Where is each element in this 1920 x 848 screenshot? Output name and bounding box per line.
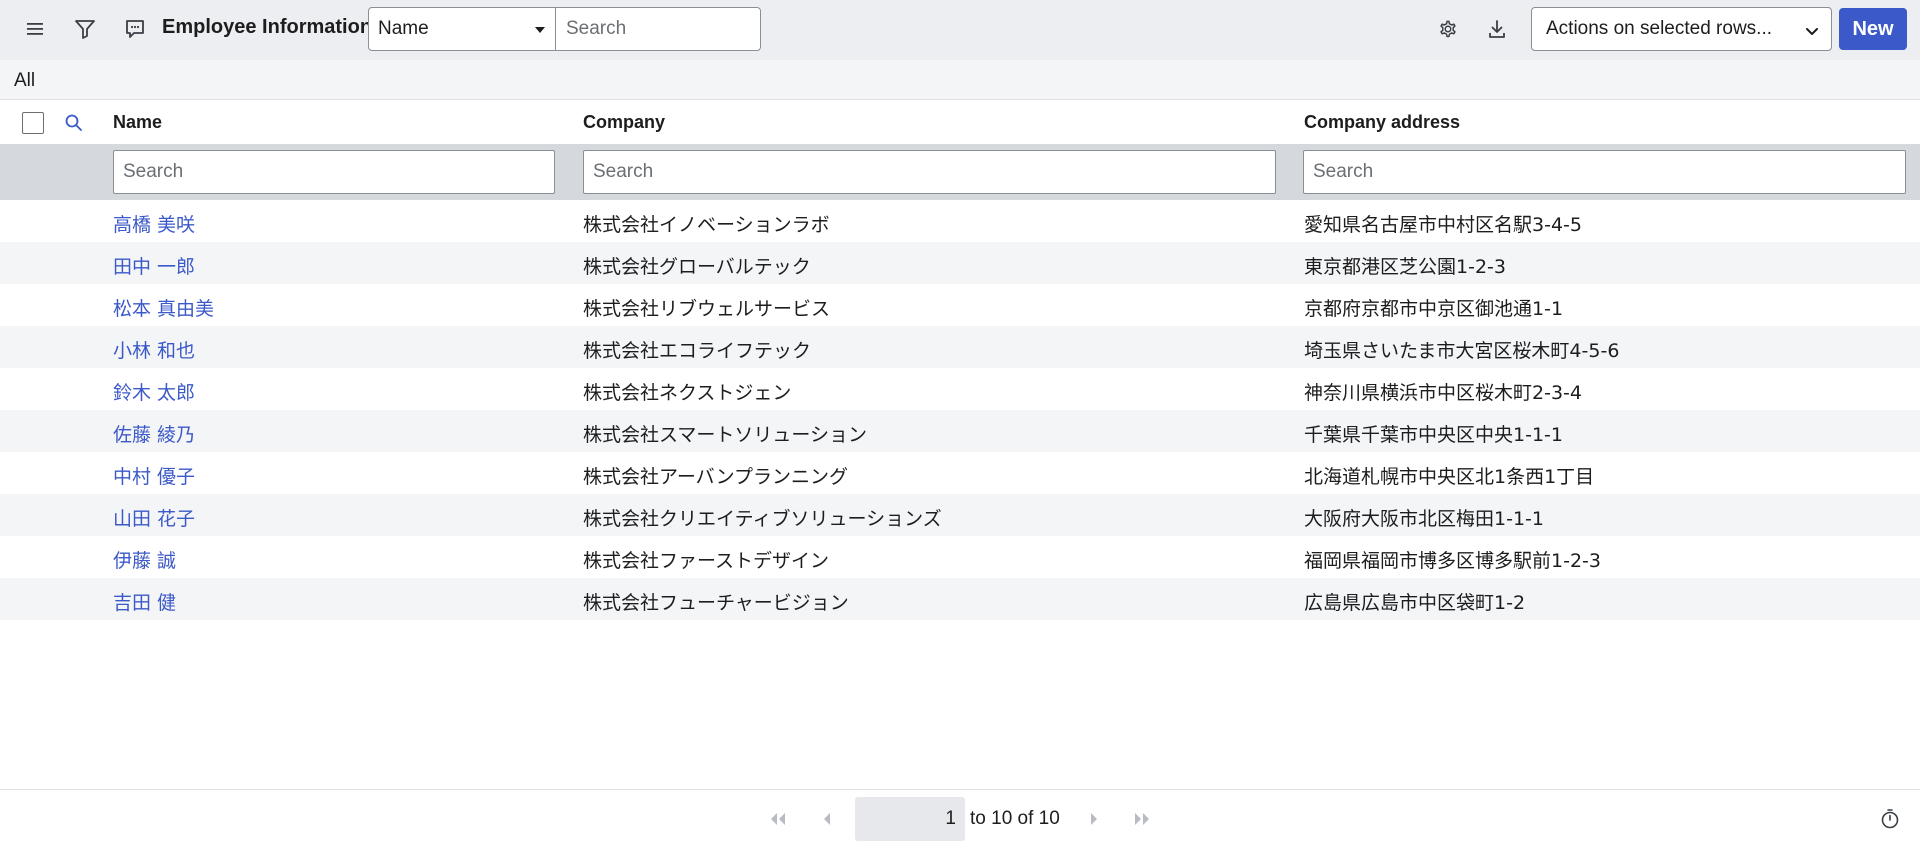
- table-row: 佐藤 綾乃 株式会社スマートソリューション 千葉県千葉市中央区中央1-1-1: [0, 410, 1920, 452]
- list-header: Employee Informations Name Actions on se…: [0, 0, 1920, 60]
- name-filter-input[interactable]: [113, 150, 555, 194]
- search-field-select[interactable]: Name: [368, 7, 556, 51]
- table-row: 鈴木 太郎 株式会社ネクストジェン 神奈川県横浜市中区桜木町2-3-4: [0, 368, 1920, 410]
- employee-name-link[interactable]: 高橋 美咲: [113, 210, 195, 237]
- employee-name-link[interactable]: 伊藤 誠: [113, 546, 176, 573]
- new-button[interactable]: New: [1839, 8, 1907, 50]
- company-address-cell: 愛知県名古屋市中村区名駅3-4-5: [1304, 214, 1582, 236]
- company-cell: 株式会社スマートソリューション: [583, 424, 868, 446]
- company-address-cell: 北海道札幌市中央区北1条西1丁目: [1304, 466, 1595, 488]
- actions-on-selected-rows-select[interactable]: Actions on selected rows...: [1531, 7, 1832, 51]
- column-filter-row: [0, 144, 1920, 200]
- company-address-cell: 京都府京都市中京区御池通1-1: [1304, 298, 1564, 320]
- table-row: 松本 真由美 株式会社リブウェルサービス 京都府京都市中京区御池通1-1: [0, 284, 1920, 326]
- search-field-select-value: Name: [378, 18, 429, 39]
- list-search-input[interactable]: [555, 7, 761, 51]
- company-address-filter-input[interactable]: [1303, 150, 1906, 194]
- company-cell: 株式会社エコライフテック: [583, 340, 812, 362]
- company-cell: 株式会社ファーストデザイン: [583, 550, 830, 572]
- table-row: 小林 和也 株式会社エコライフテック 埼玉県さいたま市大宮区桜木町4-5-6: [0, 326, 1920, 368]
- first-page-icon[interactable]: [766, 807, 790, 831]
- download-icon[interactable]: [1479, 11, 1515, 47]
- employee-name-link[interactable]: 鈴木 太郎: [113, 378, 195, 405]
- table-row: 吉田 健 株式会社フューチャービジョン 広島県広島市中区袋町1-2: [0, 578, 1920, 620]
- employee-name-link[interactable]: 佐藤 綾乃: [113, 420, 195, 447]
- company-filter-input[interactable]: [583, 150, 1276, 194]
- table-row: 田中 一郎 株式会社グローバルテック 東京都港区芝公園1-2-3: [0, 242, 1920, 284]
- employee-name-link[interactable]: 山田 花子: [113, 504, 195, 531]
- breadcrumb: All: [0, 60, 1920, 100]
- employee-name-link[interactable]: 吉田 健: [113, 588, 176, 615]
- select-all-checkbox[interactable]: [22, 112, 44, 134]
- column-header-company[interactable]: Company: [583, 112, 665, 133]
- pagination-bar: to 10 of 10: [0, 789, 1920, 848]
- breadcrumb-all[interactable]: All: [14, 70, 35, 92]
- table-header: Name Company Company address: [0, 101, 1920, 144]
- company-cell: 株式会社イノベーションラボ: [583, 214, 830, 236]
- employee-name-link[interactable]: 松本 真由美: [113, 294, 214, 321]
- actions-select-value: Actions on selected rows...: [1546, 18, 1772, 39]
- filter-icon[interactable]: [67, 11, 103, 47]
- table-row: 伊藤 誠 株式会社ファーストデザイン 福岡県福岡市博多区博多駅前1-2-3: [0, 536, 1920, 578]
- company-cell: 株式会社グローバルテック: [583, 256, 811, 278]
- company-cell: 株式会社クリエイティブソリューションズ: [583, 508, 942, 530]
- column-header-name[interactable]: Name: [113, 112, 162, 133]
- table-body: 高橋 美咲 株式会社イノベーションラボ 愛知県名古屋市中村区名駅3-4-5 田中…: [0, 200, 1920, 620]
- search-icon[interactable]: [64, 113, 84, 138]
- last-page-icon[interactable]: [1130, 807, 1154, 831]
- employee-name-link[interactable]: 中村 優子: [113, 462, 195, 489]
- employee-name-link[interactable]: 田中 一郎: [113, 252, 195, 279]
- column-header-company-address[interactable]: Company address: [1304, 112, 1460, 133]
- employee-name-link[interactable]: 小林 和也: [113, 336, 195, 363]
- company-cell: 株式会社リブウェルサービス: [583, 298, 831, 320]
- page-title: Employee Informations: [162, 16, 384, 38]
- company-address-cell: 神奈川県横浜市中区桜木町2-3-4: [1304, 382, 1582, 404]
- stopwatch-icon[interactable]: [1880, 808, 1900, 835]
- page-range-text: to 10 of 10: [970, 808, 1060, 829]
- hamburger-menu-icon[interactable]: [17, 11, 53, 47]
- company-cell: 株式会社ネクストジェン: [583, 382, 792, 404]
- company-address-cell: 千葉県千葉市中央区中央1-1-1: [1304, 424, 1563, 446]
- company-address-cell: 広島県広島市中区袋町1-2: [1304, 592, 1526, 614]
- table-row: 高橋 美咲 株式会社イノベーションラボ 愛知県名古屋市中村区名駅3-4-5: [0, 200, 1920, 242]
- company-cell: 株式会社アーバンプランニング: [583, 466, 849, 488]
- company-address-cell: 大阪府大阪市北区梅田1-1-1: [1304, 508, 1544, 530]
- company-address-cell: 埼玉県さいたま市大宮区桜木町4-5-6: [1304, 340, 1620, 362]
- company-address-cell: 福岡県福岡市博多区博多駅前1-2-3: [1304, 550, 1601, 572]
- company-address-cell: 東京都港区芝公園1-2-3: [1304, 256, 1506, 278]
- table-row: 山田 花子 株式会社クリエイティブソリューションズ 大阪府大阪市北区梅田1-1-…: [0, 494, 1920, 536]
- page-number-input[interactable]: [855, 797, 965, 841]
- table-row: 中村 優子 株式会社アーバンプランニング 北海道札幌市中央区北1条西1丁目: [0, 452, 1920, 494]
- gear-icon[interactable]: [1430, 11, 1466, 47]
- chevron-down-icon: [1805, 22, 1819, 44]
- company-cell: 株式会社フューチャービジョン: [583, 592, 849, 614]
- caret-down-icon: [535, 27, 545, 33]
- previous-page-icon[interactable]: [815, 807, 839, 831]
- comment-icon[interactable]: [117, 11, 153, 47]
- next-page-icon[interactable]: [1082, 807, 1106, 831]
